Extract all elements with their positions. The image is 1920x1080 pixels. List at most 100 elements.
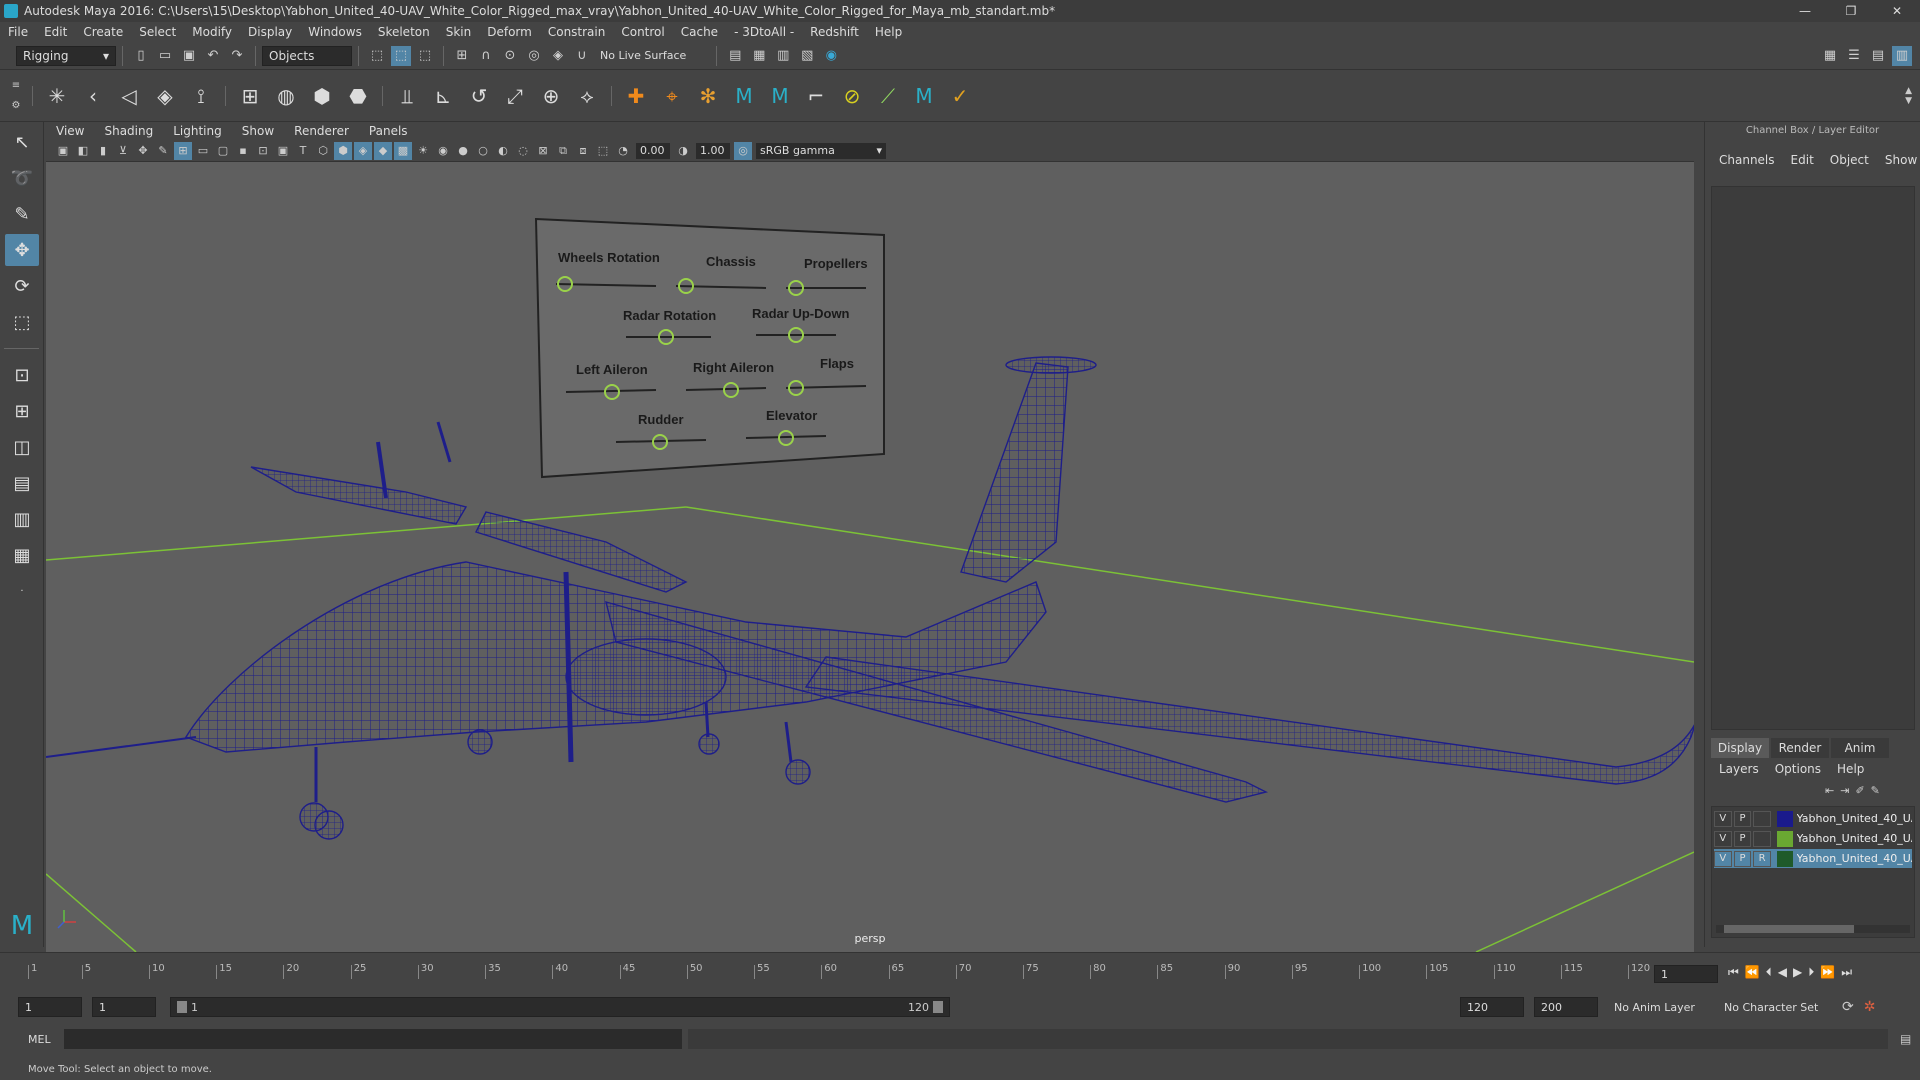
lattice-icon[interactable]: ⌖ xyxy=(657,79,687,113)
layer-display-type-toggle[interactable] xyxy=(1753,830,1771,847)
playback-end-field[interactable]: 120 xyxy=(1460,997,1524,1017)
color-management-icon[interactable]: ◎ xyxy=(734,141,752,160)
layer-row[interactable]: V P Yabhon_United_40_UA xyxy=(1714,829,1912,848)
cluster-icon[interactable]: ✚ xyxy=(621,79,651,113)
tab-display[interactable]: Display xyxy=(1711,738,1769,758)
panel-menu-panels[interactable]: Panels xyxy=(359,124,418,138)
layer-playback-toggle[interactable]: P xyxy=(1733,810,1752,827)
range-slider-start[interactable]: 1 xyxy=(177,1001,198,1014)
single-view-icon[interactable]: ⊡ xyxy=(5,359,39,391)
use-lights-icon[interactable]: ▩ xyxy=(394,141,412,160)
menu-deform[interactable]: Deform xyxy=(479,25,540,39)
minimize-button[interactable]: — xyxy=(1782,0,1828,22)
exposure-field[interactable]: 0.00 xyxy=(636,142,670,159)
ik-handle-icon[interactable]: ⊞ xyxy=(235,79,265,113)
persp-viewport[interactable]: Wheels Rotation Chassis Propellers Radar… xyxy=(46,162,1694,952)
play-forward-icon[interactable]: ▶ xyxy=(1793,965,1802,980)
blend-shape-icon[interactable]: ⊘ xyxy=(837,79,867,113)
point-constraint-icon[interactable]: ⊾ xyxy=(428,79,458,113)
attribute-editor-icon[interactable]: ☰ xyxy=(1844,46,1864,66)
layer-display-type-toggle[interactable]: R xyxy=(1753,850,1771,867)
channels-menu[interactable]: Channels xyxy=(1711,153,1783,167)
go-to-end-icon[interactable]: ⏭ xyxy=(1841,965,1852,980)
select-tool-icon[interactable]: ↖ xyxy=(5,126,39,158)
timeline-ruler[interactable]: 1 5 10 15 20 25 30 35 40 45 50 55 60 65 70 75 80 85 90 95 10… xyxy=(28,961,1650,987)
menu-control[interactable]: Control xyxy=(613,25,672,39)
new-layer-selected-icon[interactable]: ✎ xyxy=(1871,784,1880,797)
parent-constraint-icon[interactable]: ⫫ xyxy=(392,79,422,113)
safe-action-icon[interactable]: ▣ xyxy=(274,142,292,160)
gamma-icon[interactable]: ◑ xyxy=(674,142,692,160)
hypershade-icon[interactable]: ◉ xyxy=(821,46,841,66)
channel-box-icon[interactable]: ▥ xyxy=(1892,45,1912,66)
layer-playback-toggle[interactable]: P xyxy=(1733,850,1752,867)
shelf-settings-icon[interactable]: ⚙ xyxy=(12,100,21,111)
lasso-tool-icon[interactable]: ➰ xyxy=(5,162,39,194)
snap-view-icon[interactable]: ◎ xyxy=(524,46,544,66)
remove-joint-icon[interactable]: ⟟ xyxy=(186,79,216,113)
2d-pan-icon[interactable]: ✥ xyxy=(134,142,152,160)
menu-set-dropdown[interactable]: Rigging ▾ xyxy=(16,45,116,66)
script-language-label[interactable]: MEL xyxy=(28,1033,62,1046)
range-slider[interactable]: 1 120 xyxy=(170,997,950,1017)
xray-icon[interactable]: ◌ xyxy=(514,142,532,160)
magnet-icon[interactable]: ∪ xyxy=(572,46,592,66)
go-to-start-icon[interactable]: ⏮ xyxy=(1728,965,1739,980)
paint-weights-icon[interactable]: ⬣ xyxy=(343,79,373,113)
script-editor-icon[interactable]: ▤ xyxy=(1900,1032,1911,1046)
layer-color-swatch[interactable] xyxy=(1776,830,1793,847)
menu-skin[interactable]: Skin xyxy=(438,25,480,39)
smooth-shade-icon[interactable]: ⬢ xyxy=(334,141,352,160)
options-menu[interactable]: Options xyxy=(1767,762,1829,776)
exposure-icon[interactable]: ◔ xyxy=(614,142,632,160)
gamma-field[interactable]: 1.00 xyxy=(696,142,730,159)
select-by-hierarchy-icon[interactable]: ⬚ xyxy=(367,46,387,66)
undo-icon[interactable]: ↶ xyxy=(203,46,223,66)
four-view-icon[interactable]: ⊞ xyxy=(5,395,39,427)
panel-menu-view[interactable]: View xyxy=(46,124,94,138)
scale-constraint-icon[interactable]: ⤢ xyxy=(500,79,530,113)
channel-box-area[interactable] xyxy=(1711,186,1915,730)
layer-list-scrollbar[interactable] xyxy=(1716,925,1910,933)
field-chart-icon[interactable]: ⊡ xyxy=(254,142,272,160)
menu-display[interactable]: Display xyxy=(240,25,300,39)
select-by-component-icon[interactable]: ⬚ xyxy=(415,46,435,66)
empty-slot-icon[interactable]: ⌐ xyxy=(801,79,831,113)
snap-point-icon[interactable]: ⊙ xyxy=(500,46,520,66)
restore-button[interactable]: ❐ xyxy=(1828,0,1874,22)
layer-display-type-toggle[interactable] xyxy=(1753,810,1771,827)
time-slider[interactable]: 1 5 10 15 20 25 30 35 40 45 50 55 60 65 70 75 80 85 90 95 10… xyxy=(0,952,1920,986)
render-frame-icon[interactable]: ▦ xyxy=(749,46,769,66)
insert-joint-icon[interactable]: ‹ xyxy=(78,79,108,113)
menu-3dtoall[interactable]: - 3DtoAll - xyxy=(726,25,802,39)
safe-title-icon[interactable]: T xyxy=(294,142,312,160)
menu-select[interactable]: Select xyxy=(131,25,184,39)
panel-menu-lighting[interactable]: Lighting xyxy=(163,124,232,138)
motion-blur-icon[interactable]: ● xyxy=(454,142,472,160)
shelf-menu-icon[interactable]: ≡ xyxy=(12,80,20,91)
image-plane-icon[interactable]: ⊻ xyxy=(114,142,132,160)
selection-mode-dropdown[interactable]: Objects xyxy=(262,45,352,66)
range-slider-end[interactable]: 120 xyxy=(908,1001,943,1014)
layer-visibility-toggle[interactable]: V xyxy=(1714,810,1732,827)
current-frame-field[interactable]: 1 xyxy=(1654,965,1718,983)
new-empty-layer-icon[interactable]: ✐ xyxy=(1855,784,1864,797)
hypershade-layout-icon[interactable]: ▦ xyxy=(5,539,39,571)
ambient-occlusion-icon[interactable]: ◉ xyxy=(434,142,452,160)
menu-file[interactable]: File xyxy=(0,25,36,39)
layer-color-swatch[interactable] xyxy=(1776,810,1793,827)
select-by-object-icon[interactable]: ⬚ xyxy=(391,45,411,66)
anti-aliasing-icon[interactable]: ○ xyxy=(474,142,492,160)
isolate-select-icon[interactable]: ⊠ xyxy=(534,142,552,160)
layers-menu[interactable]: Layers xyxy=(1711,762,1767,776)
step-forward-frame-icon[interactable]: ⏩ xyxy=(1820,965,1835,980)
auto-key-icon[interactable]: ⟳ xyxy=(1842,999,1854,1015)
live-surface-label[interactable]: No Live Surface xyxy=(600,49,686,62)
ik-spline-icon[interactable]: ◍ xyxy=(271,79,301,113)
preferences-icon[interactable]: ✲ xyxy=(1864,999,1876,1015)
render-view-icon[interactable]: ▧ xyxy=(797,46,817,66)
menu-help[interactable]: Help xyxy=(867,25,910,39)
maya-tool-icon[interactable]: M xyxy=(909,79,939,113)
open-scene-icon[interactable]: ▭ xyxy=(155,46,175,66)
tab-render[interactable]: Render xyxy=(1771,738,1829,758)
